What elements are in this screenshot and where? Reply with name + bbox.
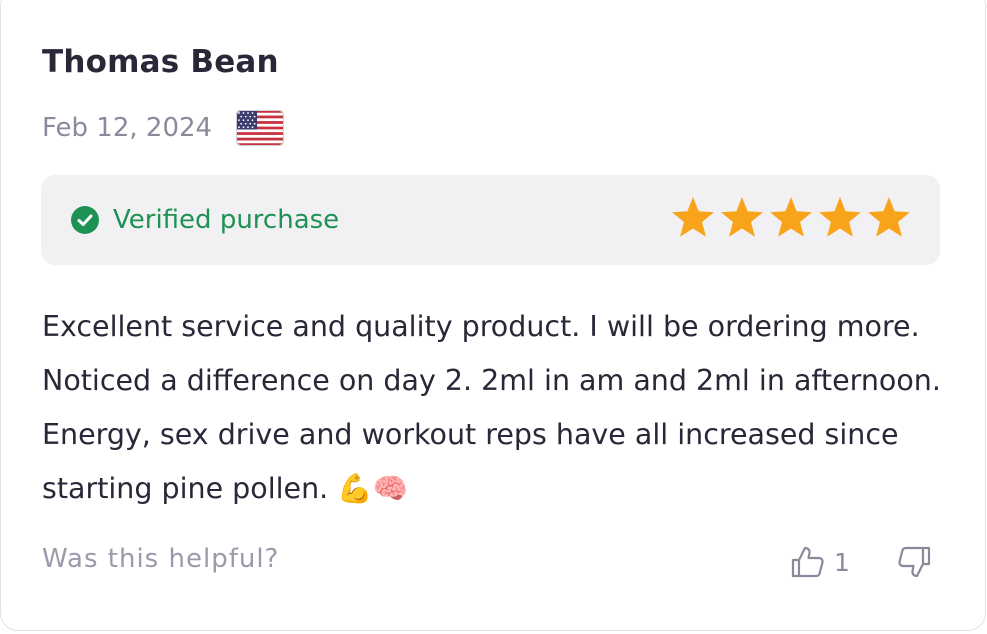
verified-badge: Verified purchase xyxy=(71,175,339,265)
helpful-yes-button[interactable]: 1 xyxy=(790,544,850,580)
check-circle-icon xyxy=(71,206,99,234)
helpful-no-button[interactable] xyxy=(896,544,932,580)
verified-rating-bar: Verified purchase xyxy=(41,175,940,265)
star-icon xyxy=(770,197,812,237)
star-icon xyxy=(672,197,714,237)
reviewer-name: Thomas Bean xyxy=(42,44,279,80)
thumbs-down-icon xyxy=(898,546,931,578)
star-icon xyxy=(868,197,910,237)
helpful-count: 1 xyxy=(834,547,850,577)
star-icon xyxy=(721,197,763,237)
review-body: Excellent service and quality product. I… xyxy=(42,310,941,505)
star-icon xyxy=(819,197,861,237)
us-flag-icon xyxy=(236,110,285,146)
star-rating xyxy=(670,195,912,241)
helpful-question: Was this helpful? xyxy=(42,544,280,574)
thumbs-up-icon xyxy=(791,546,824,578)
verified-label: Verified purchase xyxy=(113,205,340,235)
review-meta: Feb 12, 2024 xyxy=(42,108,285,148)
review-date: Feb 12, 2024 xyxy=(42,113,213,143)
